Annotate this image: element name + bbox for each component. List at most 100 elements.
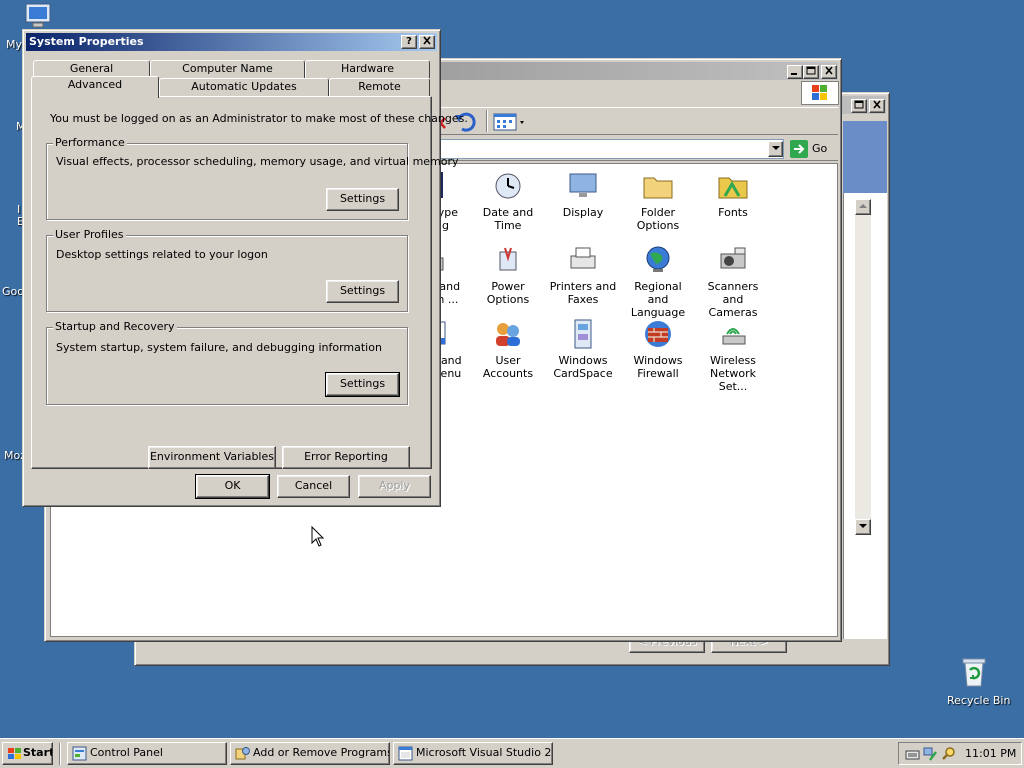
- cp-item-folder-options[interactable]: Folder Options: [622, 170, 694, 232]
- cp-item-label: Power Options: [486, 280, 530, 306]
- tab-page-advanced: You must be logged on as an Administrato…: [31, 96, 468, 469]
- user-accounts-icon: [492, 318, 524, 350]
- start-label: Start: [23, 746, 53, 759]
- scanners-and-cameras-icon: [717, 244, 749, 276]
- tab-advanced[interactable]: Advanced: [31, 76, 159, 98]
- startup-recovery-desc: System startup, system failure, and debu…: [56, 341, 382, 354]
- address-dropdown-button[interactable]: [768, 141, 783, 157]
- task-add-remove-programs[interactable]: Add or Remove Programs: [230, 742, 390, 765]
- cp-item-label: Printers and Faxes: [549, 280, 617, 306]
- desktop-label-my: My: [6, 38, 23, 51]
- clock[interactable]: 11:01 PM: [965, 747, 1016, 760]
- system-tray: 11:01 PM: [898, 742, 1022, 765]
- back-scrollbar-track[interactable]: [855, 199, 871, 531]
- cp-close-button[interactable]: [821, 65, 837, 79]
- cp-item-power-options[interactable]: Power Options: [472, 244, 544, 306]
- cp-minimize-button[interactable]: [787, 65, 803, 79]
- task-control-panel-label: Control Panel: [90, 746, 163, 759]
- back-window-blue-band: [843, 121, 887, 193]
- task-visual-studio-label: Microsoft Visual Studio 2...: [416, 746, 553, 759]
- user-profiles-group: User Profiles Desktop settings related t…: [46, 228, 408, 312]
- cp-item-label: Windows Firewall: [633, 354, 683, 380]
- recycle-bin-label: Recycle Bin: [947, 694, 1011, 707]
- folder-options-icon: [642, 170, 674, 202]
- dialog-close-button[interactable]: [419, 35, 435, 49]
- performance-title: Performance: [53, 136, 127, 149]
- views-icon[interactable]: [492, 111, 526, 133]
- cp-item-label: Scanners and Cameras: [707, 280, 759, 319]
- cp-item-wireless-network-setup[interactable]: Wireless Network Set...: [697, 318, 769, 393]
- cp-item-label: Fonts: [718, 206, 748, 219]
- go-label: Go: [812, 142, 828, 155]
- cp-item-label: Windows CardSpace: [553, 354, 613, 380]
- user-profiles-title: User Profiles: [53, 228, 126, 241]
- windows-cardspace-icon: [567, 318, 599, 350]
- cp-item-label: Folder Options: [636, 206, 680, 232]
- dialog-title: System Properties: [29, 35, 144, 48]
- user-profiles-desc: Desktop settings related to your logon: [56, 248, 268, 261]
- tab-automatic-updates[interactable]: Automatic Updates: [159, 78, 329, 96]
- cp-item-printers-and-faxes[interactable]: Printers and Faxes: [547, 244, 619, 306]
- task-add-remove-label: Add or Remove Programs: [253, 746, 390, 759]
- cp-maximize-button[interactable]: [803, 65, 819, 79]
- address-input[interactable]: [430, 139, 784, 159]
- dialog-titlebar: System Properties: [26, 33, 437, 51]
- cp-item-scanners-and-cameras[interactable]: Scanners and Cameras: [697, 244, 769, 319]
- back-scroll-up-button[interactable]: [855, 199, 871, 215]
- user-profiles-settings-button[interactable]: Settings: [326, 280, 399, 303]
- cancel-button[interactable]: Cancel: [277, 475, 350, 498]
- help-button[interactable]: ?: [401, 35, 417, 49]
- tab-computer-name[interactable]: Computer Name: [150, 60, 305, 78]
- start-button[interactable]: Start: [2, 742, 53, 765]
- error-reporting-button[interactable]: Error Reporting: [282, 446, 410, 469]
- cp-item-windows-cardspace[interactable]: Windows CardSpace: [547, 318, 619, 380]
- admin-notice: You must be logged on as an Administrato…: [50, 112, 468, 125]
- task-control-panel[interactable]: Control Panel: [67, 742, 227, 765]
- cp-item-label: Date and Time: [482, 206, 534, 232]
- separator: [486, 110, 488, 132]
- mouse-cursor-icon: [311, 525, 325, 548]
- cp-item-display[interactable]: Display: [547, 170, 619, 219]
- startup-settings-button[interactable]: Settings: [325, 372, 400, 397]
- cp-item-date-and-time[interactable]: Date and Time: [472, 170, 544, 232]
- system-properties-dialog: System Properties ? General Computer Nam…: [22, 29, 468, 507]
- power-options-icon: [492, 244, 524, 276]
- task-visual-studio[interactable]: Microsoft Visual Studio 2...: [393, 742, 553, 765]
- cp-item-windows-firewall[interactable]: Windows Firewall: [622, 318, 694, 380]
- startup-recovery-title: Startup and Recovery: [53, 320, 177, 333]
- regional-and-language-icon: [642, 244, 674, 276]
- apply-button[interactable]: Apply: [358, 475, 431, 498]
- back-maximize-button[interactable]: [851, 99, 867, 113]
- windows-logo-icon: [801, 81, 839, 105]
- wireless-network-setup-icon: [717, 318, 749, 350]
- environment-variables-button[interactable]: Environment Variables: [148, 446, 276, 469]
- performance-desc: Visual effects, processor scheduling, me…: [56, 155, 459, 168]
- cp-item-label: User Accounts: [482, 354, 534, 380]
- performance-group: Performance Visual effects, processor sc…: [46, 136, 459, 220]
- cp-item-fonts[interactable]: Fonts: [697, 170, 769, 219]
- tab-hardware[interactable]: Hardware: [305, 60, 430, 78]
- fonts-icon: [717, 170, 749, 202]
- date-and-time-icon: [492, 170, 524, 202]
- startup-recovery-group: Startup and Recovery System startup, sys…: [46, 320, 408, 405]
- search-icon[interactable]: [941, 746, 956, 761]
- back-close-button[interactable]: [869, 99, 885, 113]
- network-icon[interactable]: [923, 746, 938, 761]
- printers-and-faxes-icon: [567, 244, 599, 276]
- taskbar-separator: [59, 743, 61, 765]
- my-computer-icon[interactable]: [22, 2, 56, 30]
- display-icon: [567, 170, 599, 202]
- desktop-label-goo: Goo: [2, 285, 24, 298]
- ok-button[interactable]: OK: [195, 474, 270, 499]
- keyboard-icon[interactable]: [905, 746, 920, 761]
- go-button[interactable]: Go: [790, 139, 834, 159]
- windows-firewall-icon: [642, 318, 674, 350]
- performance-settings-button[interactable]: Settings: [326, 188, 399, 211]
- tab-remote[interactable]: Remote: [329, 78, 430, 96]
- cp-item-user-accounts[interactable]: User Accounts: [472, 318, 544, 380]
- cp-item-label: Display: [562, 206, 604, 219]
- back-scroll-down-button[interactable]: [855, 519, 871, 535]
- cp-item-label: Wireless Network Set...: [709, 354, 757, 393]
- recycle-bin-icon[interactable]: [958, 656, 990, 688]
- taskbar: Start Control Panel Add or Remove Progra…: [0, 738, 1024, 768]
